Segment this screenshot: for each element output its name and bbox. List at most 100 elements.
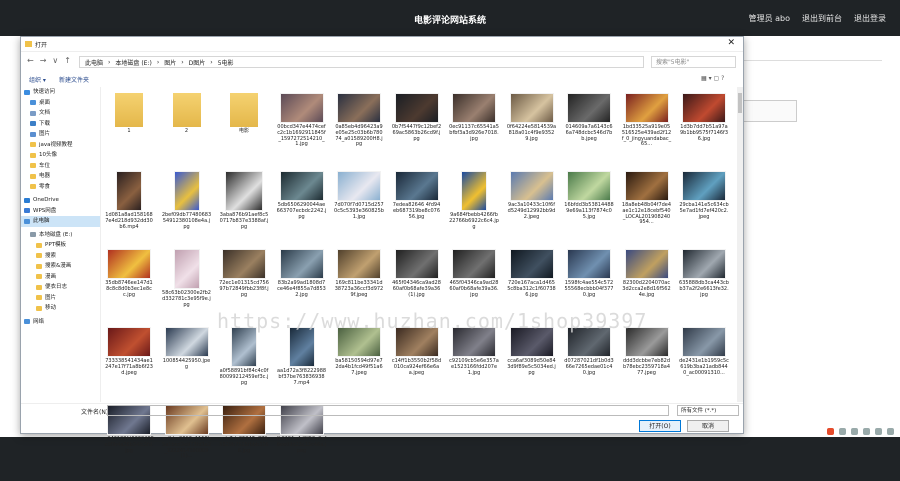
sidebar-item[interactable]: 便衣日志 bbox=[21, 282, 100, 293]
close-icon[interactable]: ✕ bbox=[727, 38, 735, 48]
file-item[interactable]: c14ff1b3550b2f​58d010ca924ef​66e6aa.jpeg bbox=[391, 325, 443, 403]
file-name: 0ec91137c6554​1a5bfbf3a3d​926e7018.jpg bbox=[449, 124, 499, 142]
file-item[interactable]: 2 bbox=[161, 91, 213, 169]
chevron-right-icon: › bbox=[156, 58, 160, 66]
sidebar-item[interactable]: 搜索&漫画 bbox=[21, 261, 100, 272]
file-item[interactable]: 0b7f5447f9c12bef269ac5863b26cd9f.jpg bbox=[391, 91, 443, 169]
sidebar-item[interactable]: 车位 bbox=[21, 161, 100, 172]
sidebar-item-label: 电器 bbox=[39, 173, 51, 179]
file-item[interactable]: 35db8746ee14​7d18c8c8d0b3e​c1e8cc.jpg bbox=[103, 247, 155, 325]
sidebar-item[interactable]: 网络 bbox=[21, 317, 100, 328]
cancel-button[interactable]: 取消 bbox=[687, 420, 729, 432]
file-item[interactable]: 1d081a8ad158​1687e4d218d93​2dd30b6.mp4 bbox=[103, 169, 155, 247]
file-name: 2 bbox=[184, 128, 189, 134]
sidebar-item[interactable]: 下载 bbox=[21, 119, 100, 130]
file-item[interactable]: 5db650629004​4ae663707ecb​dc2242.jpg bbox=[276, 169, 328, 247]
sidebar-item[interactable]: 移动 bbox=[21, 303, 100, 314]
file-item[interactable]: 1 bbox=[103, 91, 155, 169]
breadcrumb-item[interactable]: D图片 bbox=[189, 58, 206, 67]
file-item[interactable]: 58c63b02300e2​fb2d33278​1c3e95f9e.jpg bbox=[161, 247, 213, 325]
back-to-frontend-link[interactable]: 退出到前台 bbox=[802, 13, 842, 24]
file-item[interactable]: cca6af3089d50​e843d9f89e5c5​034ed.jpg bbox=[506, 325, 558, 403]
file-item[interactable]: 0ec91137c6554​1a5bfbf3a3d​926e7018.jpg bbox=[448, 91, 500, 169]
image-thumbnail bbox=[279, 93, 324, 123]
vertical-scrollbar[interactable] bbox=[737, 87, 743, 402]
file-name: 720e167aca1d​4655c8ba312c1f6​07386.jpg bbox=[507, 280, 556, 298]
file-item[interactable]: 7d070f7d0715d​2570c5c5393e360825b1.jpg bbox=[333, 169, 385, 247]
image-thumbnail bbox=[624, 93, 669, 123]
address-bar[interactable]: 此电脑 › 本地磁盘 (E:) › 图片 › D图片 › 5电影 bbox=[79, 56, 644, 68]
image-thumbnail bbox=[337, 171, 381, 201]
sidebar-item[interactable]: 桌面 bbox=[21, 98, 100, 109]
sidebar-item[interactable]: PPT模板 bbox=[21, 240, 100, 251]
breadcrumb-item[interactable]: 此电脑 bbox=[85, 58, 103, 67]
sidebar-item[interactable]: 零食 bbox=[21, 182, 100, 193]
file-item[interactable]: de2431e1b195​9c5c619b3ba21​adb8440_ac000… bbox=[678, 325, 730, 403]
sidebar-item[interactable]: 10头像 bbox=[21, 150, 100, 161]
file-item[interactable]: 7edea82646 4fd​94eb687319be​8c07656.jpg bbox=[391, 169, 443, 247]
file-item[interactable]: d07287021df1b​0d366e7265ed​ae01c40.jpg bbox=[563, 325, 615, 403]
file-item[interactable]: ba58150594d9​7e72da4b1fcd​49f51a67.jpeg bbox=[333, 325, 385, 403]
file-item[interactable]: ddd3dcbbe7eb​82db78ebc235​9718a477.jpeg bbox=[621, 325, 673, 403]
sidebar-item[interactable]: OneDrive bbox=[21, 195, 100, 206]
file-name: 1d3b7dd7b51a​97a9b1bb9575f7146f36.jpg bbox=[679, 124, 729, 142]
file-name: aa1d72a3f8222​988bf37be7638​369387.mp4 bbox=[276, 368, 327, 386]
search-input[interactable]: 搜索"5电影" bbox=[651, 56, 736, 68]
nav-arrows[interactable]: ←→∨↑ bbox=[27, 56, 77, 65]
sidebar-item-label: 图片 bbox=[39, 131, 51, 137]
file-item[interactable]: 733338541434a​e1247e17f71a8​b6f23d.jpeg bbox=[103, 325, 155, 403]
folder-icon bbox=[36, 242, 42, 248]
sidebar-item[interactable]: 此电脑 bbox=[21, 216, 100, 227]
sidebar-item-label: 10头像 bbox=[39, 152, 57, 158]
folder-icon bbox=[30, 184, 36, 190]
file-item[interactable]: 16bfdd3b5381​44889e69a113f7​874c05.jpg bbox=[563, 169, 615, 247]
sidebar-item[interactable]: 漫画 bbox=[21, 272, 100, 283]
file-item[interactable]: 00bcd347e4474cefc2c1b169291184​5f_159727… bbox=[276, 91, 328, 169]
open-button[interactable]: 打开(O) bbox=[639, 420, 681, 432]
sidebar-item[interactable]: 图片 bbox=[21, 293, 100, 304]
sidebar-item[interactable]: java视频教程 bbox=[21, 140, 100, 151]
organize-button[interactable]: 组织 ▾ bbox=[29, 75, 46, 84]
file-item[interactable]: 9a684fbebb426​6fb22766b6922​c6c4.jpg bbox=[448, 169, 500, 247]
file-item[interactable]: 100854425950​.jpeg bbox=[161, 325, 213, 403]
file-item[interactable]: 014609a7a6143​c66a748dcbc546d7bb.jpeg bbox=[563, 91, 615, 169]
image-thumbnail bbox=[452, 93, 496, 123]
image-thumbnail bbox=[452, 249, 496, 279]
folder-icon bbox=[30, 173, 36, 179]
file-item[interactable]: c92109cb5e6e3​57ae1523166fd​d207e1.jpg bbox=[448, 325, 500, 403]
breadcrumb-item[interactable]: 5电影 bbox=[218, 58, 234, 67]
file-item[interactable]: 18a8eb48b04f7​de4ae1c12e18c​ebf540_LOCAL… bbox=[621, 169, 673, 247]
file-item[interactable]: 1bd33525a919​e05516525e439ad2f12f_0_jing… bbox=[621, 91, 673, 169]
filetype-select[interactable]: 所有文件 (*.*) bbox=[677, 405, 739, 416]
file-item[interactable]: 9ac3a10433c10​f6fd5249d12992​bb9d2.jpeg bbox=[506, 169, 558, 247]
file-item[interactable]: aa1d72a3f8222​988bf37be7638​369387.mp4 bbox=[276, 325, 328, 403]
image-thumbnail bbox=[337, 93, 381, 123]
breadcrumb-item[interactable]: 本地磁盘 (E:) bbox=[115, 58, 151, 67]
file-name: 9a684fbebb426​6fb22766b6922​c6c4.jpg bbox=[449, 212, 499, 230]
view-options-icon[interactable]: ▦ ▾ ▢ ? bbox=[701, 75, 724, 82]
file-name: 35db8746ee14​7d18c8c8d0b3e​c1e8cc.jpg bbox=[105, 280, 153, 298]
sidebar-item[interactable]: WPS网盘 bbox=[21, 206, 100, 217]
file-item[interactable]: 0f64224e58145​39a818a01c4f​9e93529.jpg bbox=[506, 91, 558, 169]
sidebar-item[interactable]: 文档 bbox=[21, 108, 100, 119]
new-folder-button[interactable]: 新建文件夹 bbox=[59, 75, 89, 84]
file-item[interactable]: 0a85eb4d96423a9e05e25c03b6b78074_a015892… bbox=[333, 91, 385, 169]
breadcrumb-item[interactable]: 图片 bbox=[164, 58, 176, 67]
chevron-right-icon: › bbox=[210, 58, 213, 66]
file-item[interactable]: 电影 bbox=[218, 91, 270, 169]
logout-link[interactable]: 退出登录 bbox=[854, 13, 886, 24]
sidebar-item[interactable]: 本地磁盘 (E:) bbox=[21, 230, 100, 241]
file-item[interactable]: 635888db3ca44​3cbb37a2f2e66​13fe32.jpg bbox=[678, 247, 730, 325]
file-item[interactable]: 2bef09db77480​68354912380​108e4a.jpg bbox=[161, 169, 213, 247]
file-item[interactable]: a0f58891bf84c4​c0f8009921245​9ef3c.jpg bbox=[218, 325, 270, 403]
sidebar-item[interactable]: 快速访问 bbox=[21, 87, 100, 98]
scrollbar-thumb[interactable] bbox=[738, 93, 742, 113]
file-item[interactable]: 1d3b7dd7b51a​97a9b1bb9575f7146f36.jpg bbox=[678, 91, 730, 169]
sidebar-item[interactable]: 图片 bbox=[21, 129, 100, 140]
file-item[interactable]: 29cba141e5c63​4cb5e7ad1fd7e​f420c2.jpeg bbox=[678, 169, 730, 247]
filename-input[interactable] bbox=[107, 405, 669, 416]
sidebar-item[interactable]: 搜索 bbox=[21, 251, 100, 262]
sidebar-item[interactable]: 电器 bbox=[21, 171, 100, 182]
file-item[interactable]: 3aba876b91aef​8c50717b837e​3388af.jpg bbox=[218, 169, 270, 247]
sidebar-item-label: 搜索 bbox=[45, 252, 57, 259]
